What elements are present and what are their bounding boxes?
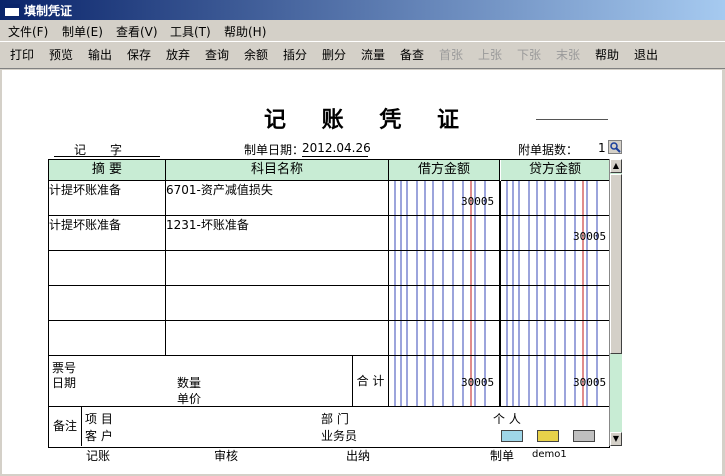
remark-label: 备注 xyxy=(49,407,82,446)
exit-button[interactable]: 退出 xyxy=(634,46,658,63)
print-button[interactable]: 打印 xyxy=(10,46,34,63)
menu-help[interactable]: 帮助(H) xyxy=(224,23,266,40)
total-credit: 30005 xyxy=(573,376,607,389)
person-label: 个 人 xyxy=(493,412,521,426)
date-label: 制单日期： xyxy=(244,143,305,157)
entry-summary[interactable] xyxy=(49,321,166,356)
voucher-grid: 摘 要 科目名称 借方金额 贷方金额 计提坏账准备 6701-资产减值损失 30… xyxy=(48,159,610,448)
vertical-scrollbar[interactable]: ▲ ▼ xyxy=(609,159,622,446)
quantity-label: 数量 xyxy=(177,376,202,390)
divider xyxy=(302,156,368,157)
date-field[interactable]: 2012.04.26 xyxy=(302,141,371,155)
bookkeeper-label: 记账 xyxy=(86,449,111,463)
project-label: 项 目 xyxy=(85,412,113,426)
preview-button[interactable]: 预览 xyxy=(49,46,73,63)
prev-button[interactable]: 上张 xyxy=(478,46,502,63)
entry-debit: 30005 xyxy=(461,195,495,208)
window-title: 填制凭证 xyxy=(24,4,73,18)
salesman-label: 业务员 xyxy=(321,429,358,443)
entry-account[interactable]: 6701-资产减值损失 xyxy=(166,181,389,216)
report-icon[interactable] xyxy=(537,430,559,442)
entry-account[interactable] xyxy=(166,286,389,321)
attach-count[interactable]: 1 xyxy=(598,141,606,155)
entry-summary[interactable]: 计提坏账准备 xyxy=(49,181,166,216)
last-button[interactable]: 末张 xyxy=(556,46,580,63)
export-button[interactable]: 输出 xyxy=(88,46,112,63)
entry-summary[interactable]: 计提坏账准备 xyxy=(49,216,166,251)
menu-edit[interactable]: 制单(E) xyxy=(62,23,103,40)
window-icon xyxy=(4,4,20,17)
entry-amount-row[interactable] xyxy=(389,181,609,216)
toolbar: 打印 预览 输出 保存 放弃 查询 余额 插分 删分 流量 备查 首张 上张 下… xyxy=(0,41,725,69)
next-button[interactable]: 下张 xyxy=(517,46,541,63)
entry-summary[interactable] xyxy=(49,286,166,321)
maker-name: demo1 xyxy=(532,449,567,460)
scroll-down-icon[interactable]: ▼ xyxy=(610,432,622,446)
header-account: 科目名称 xyxy=(166,160,389,181)
menu-bar: 文件(F) 制单(E) 查看(V) 工具(T) 帮助(H) xyxy=(0,21,725,40)
title-bar: 填制凭证 xyxy=(0,0,725,20)
save-button[interactable]: 保存 xyxy=(127,46,151,63)
header-credit: 贷方金额 xyxy=(501,160,609,181)
delete-entry-button[interactable]: 删分 xyxy=(322,46,346,63)
divider xyxy=(54,156,160,157)
scroll-up-icon[interactable]: ▲ xyxy=(610,159,622,173)
edit-icon[interactable] xyxy=(573,430,595,442)
department-label: 部 门 xyxy=(321,412,349,426)
discard-button[interactable]: 放弃 xyxy=(166,46,190,63)
entry-account[interactable] xyxy=(166,251,389,286)
entry-account[interactable]: 1231-坏账准备 xyxy=(166,216,389,251)
cashflow-button[interactable]: 流量 xyxy=(361,46,385,63)
scroll-thumb[interactable] xyxy=(610,174,622,354)
search-icon[interactable] xyxy=(608,140,622,154)
attach-label: 附单据数： xyxy=(518,143,579,157)
unit-price-label: 单价 xyxy=(177,392,202,406)
help-button[interactable]: 帮助 xyxy=(595,46,619,63)
divider xyxy=(536,119,608,120)
entry-amount-row[interactable] xyxy=(389,251,609,286)
entry-credit: 30005 xyxy=(573,230,607,243)
total-label: 合 计 xyxy=(353,356,389,407)
header-debit: 借方金额 xyxy=(389,160,500,181)
query-button[interactable]: 查询 xyxy=(205,46,229,63)
header-summary: 摘 要 xyxy=(49,160,166,181)
insert-entry-button[interactable]: 插分 xyxy=(283,46,307,63)
entry-amount-row[interactable] xyxy=(389,286,609,321)
total-debit: 30005 xyxy=(461,376,495,389)
entry-summary[interactable] xyxy=(49,251,166,286)
reviewer-label: 审核 xyxy=(214,449,239,463)
menu-file[interactable]: 文件(F) xyxy=(8,23,48,40)
voucher-canvas: 记 账 凭 证 记 字 制单日期： 2012.04.26 附单据数： 1 摘 要… xyxy=(2,70,722,474)
ticket-date-label: 日期 xyxy=(52,376,77,390)
menu-tools[interactable]: 工具(T) xyxy=(170,23,211,40)
balance-button[interactable]: 余额 xyxy=(244,46,268,63)
card-icon[interactable] xyxy=(501,430,523,442)
entry-account[interactable] xyxy=(166,321,389,356)
entry-amount-row[interactable] xyxy=(389,321,609,356)
menu-view[interactable]: 查看(V) xyxy=(116,23,158,40)
customer-label: 客 户 xyxy=(85,429,113,443)
cashier-label: 出纳 xyxy=(346,449,371,463)
memo-button[interactable]: 备查 xyxy=(400,46,424,63)
voucher-title: 记 账 凭 证 xyxy=(264,107,473,133)
maker-label: 制单 xyxy=(490,449,515,463)
first-button[interactable]: 首张 xyxy=(439,46,463,63)
